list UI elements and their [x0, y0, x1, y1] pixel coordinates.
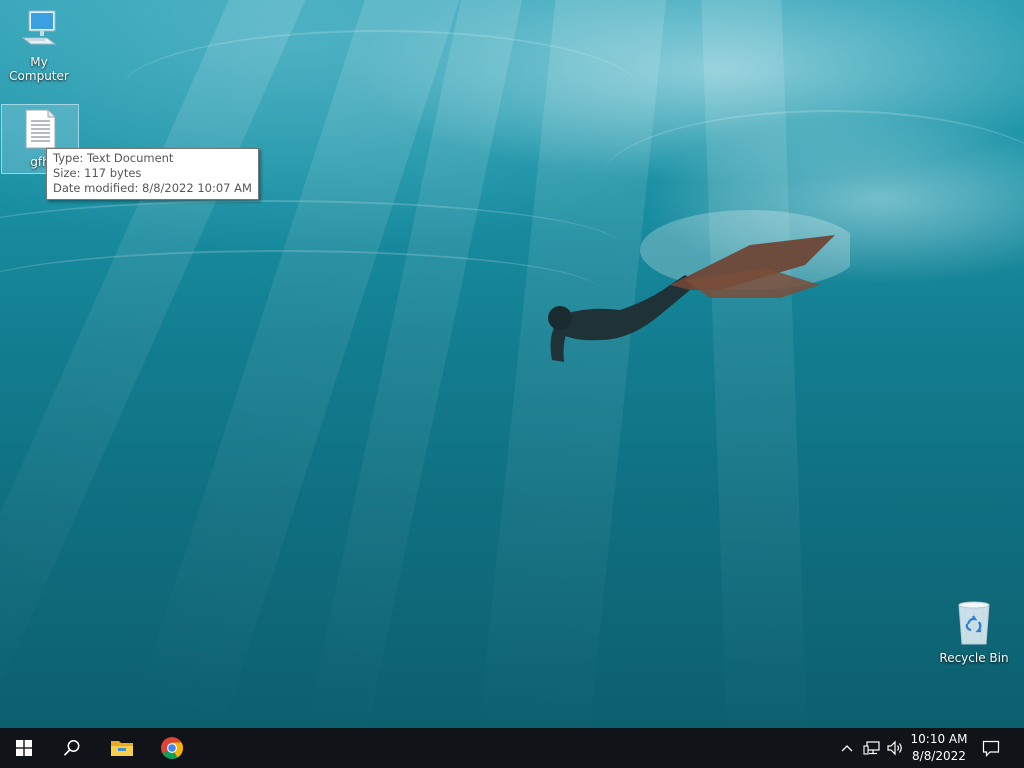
windows-start-icon	[16, 740, 32, 756]
chrome-icon	[161, 737, 183, 759]
show-hidden-icons-button[interactable]	[836, 728, 858, 768]
chrome-taskbar-button[interactable]	[148, 728, 196, 768]
action-center-icon	[982, 740, 1000, 757]
recycle-bin-shortcut[interactable]: Recycle Bin	[936, 600, 1012, 668]
file-info-tooltip: Type: Text Document Size: 117 bytes Date…	[46, 148, 259, 200]
icon-label: My Computer	[9, 55, 69, 83]
wave-streak	[0, 250, 600, 332]
taskbar: 10:10 AM 8/8/2022	[0, 728, 1024, 768]
file-explorer-taskbar-button[interactable]	[98, 728, 146, 768]
clock-date: 8/8/2022	[912, 749, 966, 763]
search-button[interactable]	[48, 728, 96, 768]
wave-streak	[120, 30, 640, 152]
clock-time: 10:10 AM	[910, 732, 968, 746]
desktop-background[interactable]: My Computer gfh Type: Text Document Size…	[0, 0, 1024, 728]
freediver-image	[548, 210, 850, 362]
tooltip-type: Type: Text Document	[53, 151, 174, 165]
start-button[interactable]	[0, 728, 48, 768]
network-icon	[863, 741, 880, 755]
my-computer-shortcut[interactable]: My Computer	[1, 8, 77, 83]
volume-tray-button[interactable]	[884, 728, 906, 768]
text-document-icon	[25, 109, 56, 149]
tooltip-modified: Date modified: 8/8/2022 10:07 AM	[53, 181, 252, 195]
action-center-button[interactable]	[976, 728, 1006, 768]
search-icon	[63, 740, 80, 756]
volume-icon	[887, 740, 902, 756]
file-explorer-icon	[111, 741, 133, 756]
recycle-bin-icon	[958, 601, 990, 645]
tooltip-size: Size: 117 bytes	[53, 166, 142, 180]
chevron-up-icon	[841, 745, 853, 752]
icon-label: Recycle Bin	[939, 651, 1009, 665]
clock-button[interactable]: 10:10 AM 8/8/2022	[904, 731, 974, 765]
computer-icon	[21, 10, 57, 45]
network-tray-button[interactable]	[860, 728, 884, 768]
